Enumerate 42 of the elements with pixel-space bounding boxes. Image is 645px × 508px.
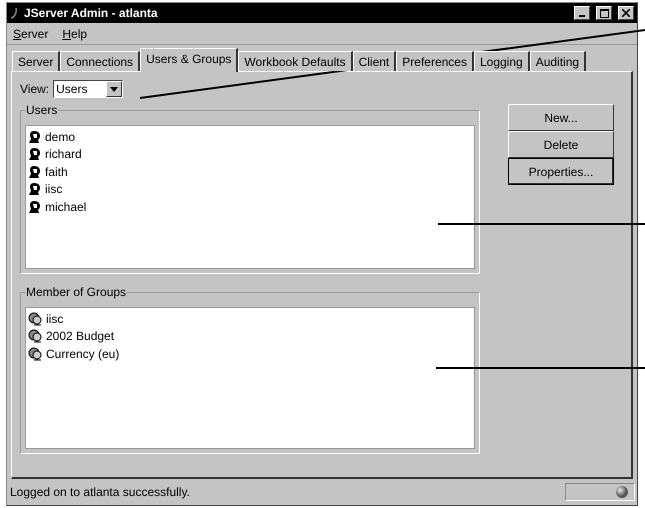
user-icon	[28, 147, 41, 162]
tab[interactable]: Users & Groups	[140, 48, 238, 72]
window-title: JServer Admin - atlanta	[24, 6, 159, 20]
group-icon	[28, 346, 42, 361]
view-label: View:	[20, 82, 50, 96]
minimize-button[interactable]	[574, 6, 590, 20]
tab[interactable]: Client	[352, 51, 396, 71]
user-icon	[28, 182, 41, 196]
group-title: Member of Groups	[25, 285, 128, 299]
tab[interactable]: Server	[12, 51, 60, 71]
user-icon	[28, 130, 41, 144]
close-icon	[622, 9, 630, 17]
tab[interactable]: Logging	[474, 51, 530, 71]
action-button[interactable]: Properties...	[508, 158, 614, 185]
menu-item[interactable]: Server	[13, 26, 48, 40]
tab[interactable]: Preferences	[396, 51, 474, 71]
group-item[interactable]: Currency (eu)	[46, 346, 120, 361]
tab[interactable]: Workbook Defaults	[238, 51, 353, 71]
status-light-icon	[616, 486, 628, 498]
user-item[interactable]: faith	[45, 164, 68, 179]
user-item[interactable]: demo	[45, 130, 76, 144]
action-button[interactable]: New...	[508, 104, 614, 131]
user-icon	[28, 200, 41, 214]
user-item[interactable]: michael	[45, 200, 86, 214]
group-icon	[28, 312, 42, 326]
close-button[interactable]	[618, 6, 634, 20]
view-dropdown[interactable]: Users	[53, 80, 124, 98]
user-item[interactable]: richard	[45, 147, 82, 162]
tab[interactable]: Connections	[60, 51, 140, 71]
user-item[interactable]: iisc	[45, 182, 62, 196]
group-item[interactable]: 2002 Budget	[46, 329, 114, 344]
maximize-icon	[600, 8, 608, 18]
action-button[interactable]: Delete	[508, 131, 614, 158]
menu-item[interactable]: Help	[62, 26, 88, 40]
maximize-button[interactable]	[596, 6, 612, 20]
group-icon	[28, 329, 42, 344]
tab[interactable]: Auditing	[530, 51, 586, 71]
group-title: Users	[25, 103, 58, 117]
group-item[interactable]: iisc	[46, 312, 64, 326]
user-icon	[28, 164, 41, 179]
status-text: Logged on to atlanta successfully.	[10, 485, 190, 499]
app-logo-icon	[10, 7, 18, 19]
